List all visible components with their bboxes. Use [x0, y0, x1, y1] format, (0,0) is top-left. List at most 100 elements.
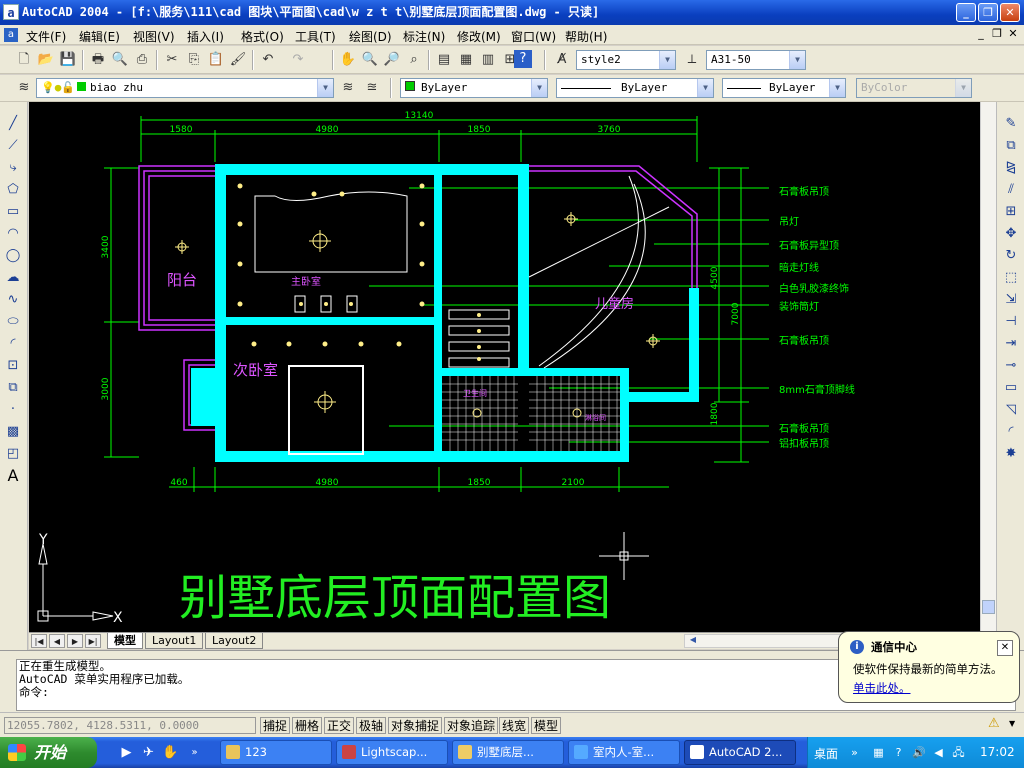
menu-insert[interactable]: 插入(I) — [187, 28, 224, 45]
keyboard-icon[interactable]: ▦ — [872, 746, 885, 759]
dim-style-select[interactable]: A31-50 ▼ — [706, 50, 806, 70]
design-center-icon[interactable]: ▦ — [456, 50, 476, 70]
plot-preview-icon[interactable]: 🔍 — [110, 50, 130, 70]
chevron-down-icon[interactable]: ▼ — [317, 79, 333, 97]
explode-icon[interactable]: ✸ — [1001, 444, 1021, 464]
scroll-thumb[interactable] — [982, 600, 995, 614]
menu-tools[interactable]: 工具(T) — [295, 28, 336, 45]
erase-icon[interactable]: ✎ — [1001, 114, 1021, 134]
paste-icon[interactable]: 📋 — [206, 50, 226, 70]
undo-icon[interactable]: ↶ — [258, 50, 278, 70]
linetype-select[interactable]: ByLayer ▼ — [556, 78, 714, 98]
drawing-canvas[interactable]: 13140 1580 4980 1850 3760 460 4980 1850 … — [29, 102, 980, 632]
balloon-close-button[interactable]: ✕ — [997, 640, 1013, 656]
close-button[interactable]: ✕ — [1000, 3, 1020, 22]
zoom-realtime-icon[interactable]: 🔍 — [360, 50, 380, 70]
redo-icon[interactable]: ↷ — [288, 50, 308, 70]
tray-more-icon[interactable]: » — [848, 746, 861, 759]
help-icon[interactable]: ? — [514, 50, 532, 68]
menu-dimension[interactable]: 标注(N) — [403, 28, 445, 45]
rectangle-icon[interactable]: ▭ — [3, 202, 23, 222]
task-interior[interactable]: 室内人-室... — [568, 740, 680, 765]
polar-toggle[interactable]: 极轴 — [356, 717, 387, 734]
start-button[interactable]: 开始 — [0, 737, 97, 768]
join-icon[interactable]: ▭ — [1001, 378, 1021, 398]
menu-format[interactable]: 格式(O) — [241, 28, 284, 45]
point-icon[interactable]: · — [3, 400, 23, 420]
menu-modify[interactable]: 修改(M) — [457, 28, 501, 45]
task-folder-123[interactable]: 123 — [220, 740, 332, 765]
task-autocad[interactable]: AutoCAD 2... — [684, 740, 796, 765]
match-properties-icon[interactable]: 🖌 — [228, 50, 248, 70]
network-icon[interactable]: 🖧 — [952, 746, 965, 759]
circle-icon[interactable]: ◯ — [3, 246, 23, 266]
next-tab-icon[interactable]: ▶ — [67, 634, 83, 648]
spline-icon[interactable]: ∿ — [3, 290, 23, 310]
quicklaunch-hand-icon[interactable]: ✋ — [162, 744, 179, 761]
open-icon[interactable]: 📂 — [36, 50, 56, 70]
volume-icon[interactable]: 🔊 — [912, 746, 926, 759]
text-style-select[interactable]: style2 ▼ — [576, 50, 676, 70]
layer-manager-icon[interactable]: ≋ — [14, 78, 34, 98]
grid-toggle[interactable]: 栅格 — [292, 717, 323, 734]
cut-icon[interactable]: ✂ — [162, 50, 182, 70]
make-object-layer-current-icon[interactable]: ≋ — [338, 78, 358, 98]
ellipse-arc-icon[interactable]: ◜ — [3, 334, 23, 354]
osnap-toggle[interactable]: 对象捕捉 — [388, 717, 443, 734]
lineweight-select[interactable]: ByLayer ▼ — [722, 78, 846, 98]
help-tray-icon[interactable]: ? — [892, 746, 905, 759]
doc-minimize-icon[interactable]: _ — [974, 27, 988, 41]
insert-block-icon[interactable]: ⊡ — [3, 356, 23, 376]
balloon-link[interactable]: 单击此处。 — [853, 680, 911, 696]
menu-file[interactable]: 文件(F) — [26, 28, 66, 45]
task-villa-drawing[interactable]: 别墅底层... — [452, 740, 564, 765]
array-icon[interactable]: ⊞ — [1001, 202, 1021, 222]
copy-icon[interactable]: ⎘ — [184, 50, 204, 70]
first-tab-icon[interactable]: |◀ — [31, 634, 47, 648]
color-select[interactable]: ByLayer ▼ — [400, 78, 548, 98]
otrack-toggle[interactable]: 对象追踪 — [444, 717, 499, 734]
arc-icon[interactable]: ◠ — [3, 224, 23, 244]
quicklaunch-app-icon[interactable]: ✈ — [140, 744, 157, 761]
tab-layout1[interactable]: Layout1 — [145, 633, 204, 649]
fillet-icon[interactable]: ◜ — [1001, 422, 1021, 442]
autocad-app-icon[interactable]: a — [3, 4, 19, 20]
menu-view[interactable]: 视图(V) — [133, 28, 175, 45]
menu-edit[interactable]: 编辑(E) — [79, 28, 120, 45]
chevron-down-icon[interactable]: ▼ — [697, 79, 713, 97]
zoom-previous-icon[interactable]: ⌕ — [404, 50, 424, 70]
dim-style-icon[interactable]: ⟂ — [682, 50, 702, 70]
publish-icon[interactable]: ⎙ — [132, 50, 152, 70]
minimize-button[interactable]: _ — [956, 3, 976, 22]
snap-toggle[interactable]: 捕捉 — [260, 717, 291, 734]
chevron-down-icon[interactable]: ▼ — [789, 51, 805, 69]
region-icon[interactable]: ◰ — [3, 444, 23, 464]
menu-help[interactable]: 帮助(H) — [565, 28, 607, 45]
rotate-icon[interactable]: ↻ — [1001, 246, 1021, 266]
vertical-scrollbar[interactable] — [980, 102, 996, 632]
scale-icon[interactable]: ⬚ — [1001, 268, 1021, 288]
zoom-window-icon[interactable]: 🔎 — [382, 50, 402, 70]
plot-icon[interactable]: 🖶 — [88, 50, 108, 70]
doc-close-icon[interactable]: ✕ — [1006, 27, 1020, 41]
task-lightscape[interactable]: Lightscap... — [336, 740, 448, 765]
mirror-icon[interactable]: ⧎ — [1001, 158, 1021, 178]
new-icon[interactable]: 🗋 — [14, 50, 34, 70]
multiline-text-icon[interactable]: A — [3, 466, 23, 486]
hatch-icon[interactable]: ▩ — [3, 422, 23, 442]
restore-button[interactable]: ❐ — [978, 3, 998, 22]
tab-layout2[interactable]: Layout2 — [205, 633, 264, 649]
menu-window[interactable]: 窗口(W) — [511, 28, 556, 45]
model-toggle[interactable]: 模型 — [531, 717, 562, 734]
polyline-icon[interactable]: ⤷ — [3, 158, 23, 178]
chevron-down-icon[interactable]: ▼ — [829, 79, 845, 97]
break-icon[interactable]: ⊸ — [1001, 356, 1021, 376]
layer-select[interactable]: 💡●🔓 biao zhu ▼ — [36, 78, 334, 98]
coordinates-display[interactable]: 12055.7802, 4128.5311, 0.0000 — [4, 717, 256, 734]
desktop-toolbar[interactable]: 桌面 — [814, 745, 838, 762]
move-icon[interactable]: ✥ — [1001, 224, 1021, 244]
lineweight-toggle[interactable]: 线宽 — [499, 717, 530, 734]
copy-object-icon[interactable]: ⧉ — [1001, 136, 1021, 156]
document-icon[interactable]: a — [4, 28, 18, 42]
polygon-icon[interactable]: ⬠ — [3, 180, 23, 200]
